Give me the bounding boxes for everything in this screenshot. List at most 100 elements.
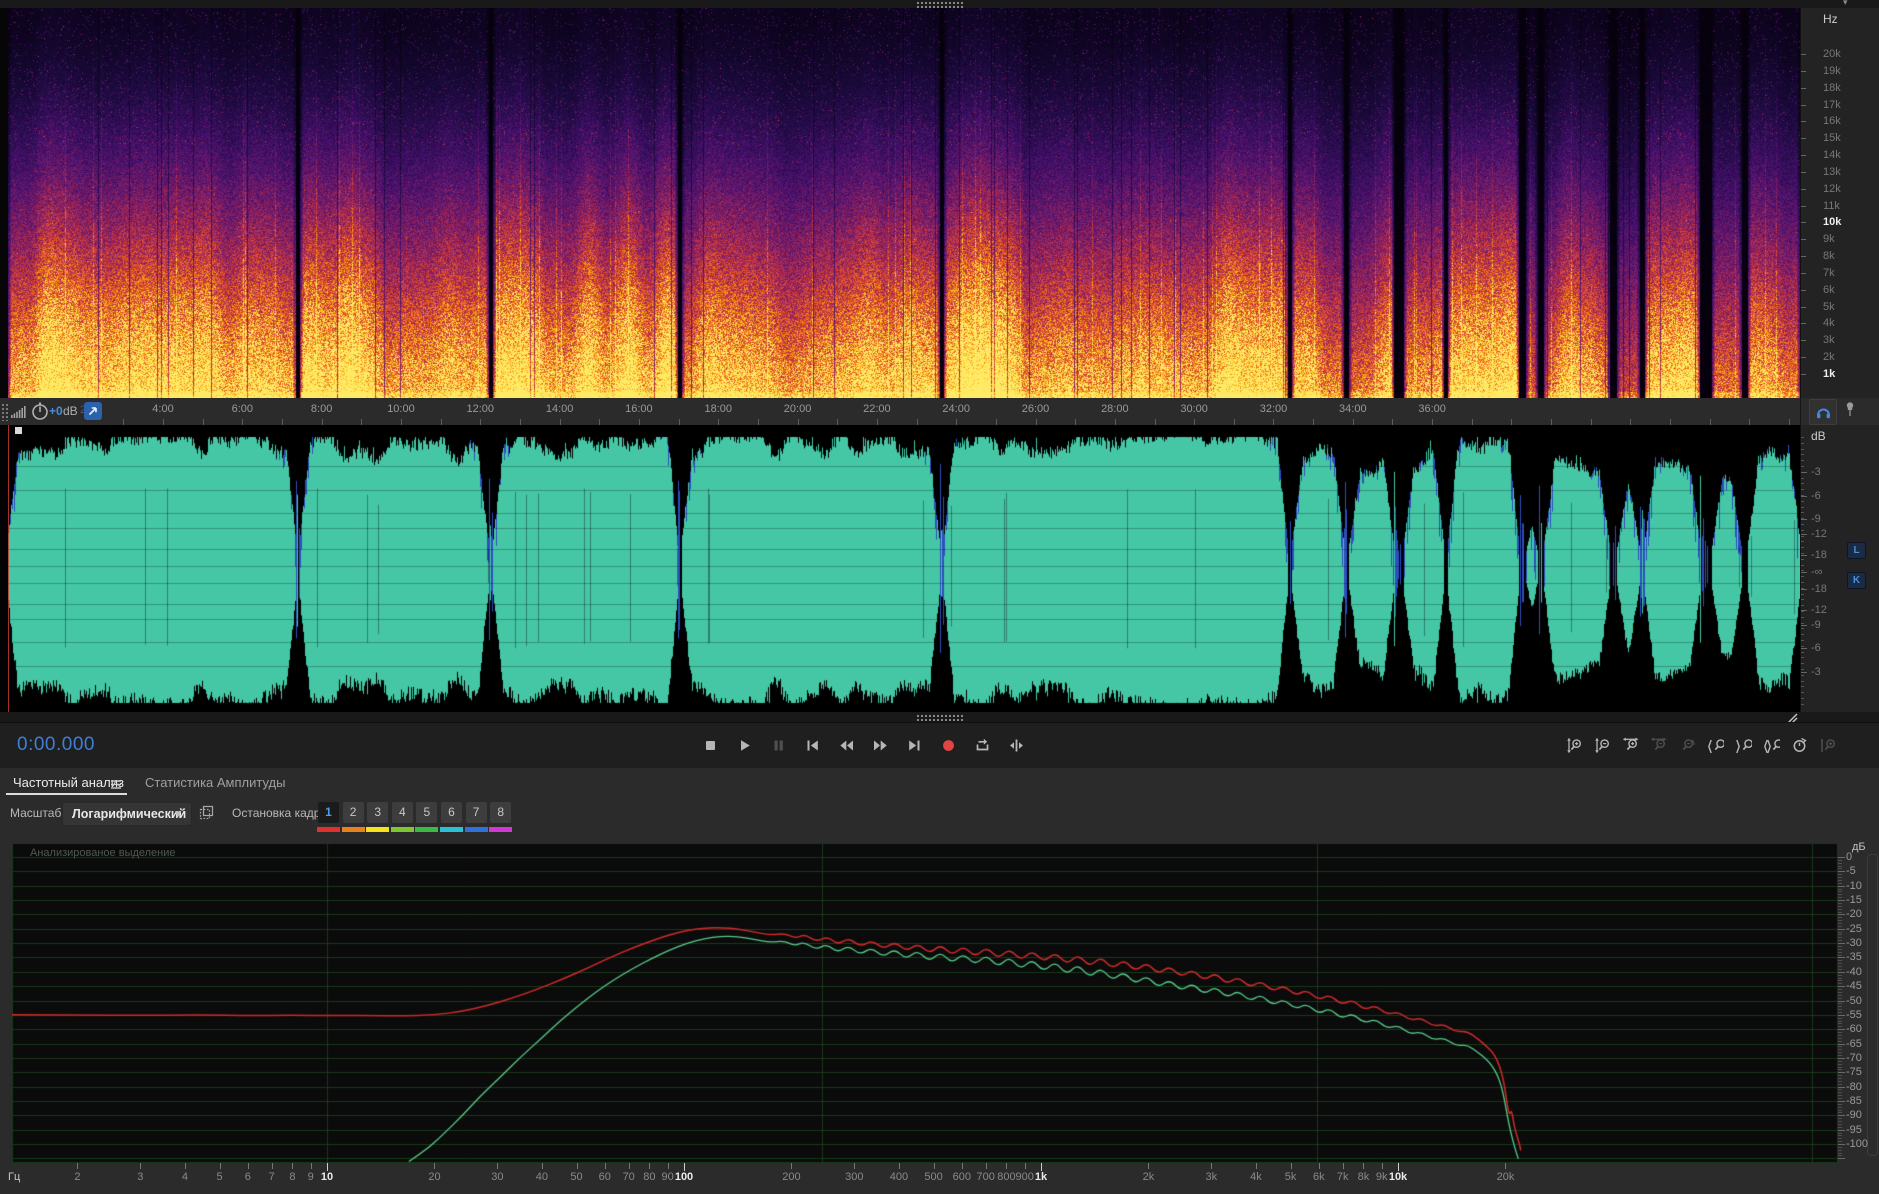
- chart-y-tick: [1838, 1081, 1842, 1082]
- time-display[interactable]: 0:00.000: [17, 734, 95, 756]
- hold-button-3[interactable]: 3: [367, 802, 389, 823]
- chart-x-label: 3k: [1205, 1171, 1218, 1183]
- selection-marker[interactable]: [15, 427, 22, 434]
- amplitude-ruler-tick: [1801, 507, 1804, 508]
- zoom-in-vertical-button[interactable]: [1566, 730, 1584, 760]
- hold-button-8[interactable]: 8: [490, 802, 512, 823]
- amplitude-ruler-tick: [1801, 663, 1804, 664]
- chevron-down-icon: ▼: [173, 809, 183, 820]
- amplitude-ruler-tick-major: [1801, 610, 1807, 611]
- channel-badge-left[interactable]: L: [1847, 542, 1866, 559]
- chart-y-tick: [1838, 912, 1842, 913]
- timeline-time-label: 24:00: [942, 403, 970, 415]
- tab-frequency-analysis[interactable]: Частотный анализ: [13, 775, 124, 790]
- hold-button-6[interactable]: 6: [441, 802, 462, 823]
- hold-color-bar-6: [440, 827, 463, 832]
- chart-y-tick: [1838, 920, 1842, 921]
- chart-y-tick: [1838, 909, 1842, 910]
- zoom-out-point-button[interactable]: [1734, 730, 1752, 760]
- chart-y-tick: [1838, 1135, 1842, 1136]
- panel-divider-top[interactable]: ▾: [0, 0, 1879, 8]
- chart-x-label: 20k: [1496, 1171, 1515, 1183]
- chart-y-tick: [1838, 1089, 1842, 1090]
- clock-icon[interactable]: [30, 401, 50, 426]
- active-tab-underline: [6, 793, 127, 795]
- chart-y-tick: [1838, 1006, 1842, 1007]
- spectrogram-view[interactable]: [0, 8, 1879, 398]
- pause-button[interactable]: [768, 730, 789, 760]
- hold-button-7[interactable]: 7: [465, 802, 487, 823]
- rewind-button[interactable]: [836, 730, 857, 760]
- channel-badge-right[interactable]: K: [1847, 572, 1866, 589]
- hold-button-5[interactable]: 5: [416, 802, 438, 823]
- chart-x-tick: [434, 1163, 436, 1169]
- chart-scrollbar-track[interactable]: [1867, 854, 1878, 1156]
- zoom-reset-button[interactable]: [1678, 730, 1696, 760]
- pin-icon[interactable]: [1843, 401, 1857, 424]
- toolbar-grip-icon[interactable]: [1, 403, 8, 421]
- snap-button[interactable]: [84, 402, 102, 420]
- chart-x-label: 7k: [1336, 1171, 1349, 1183]
- chart-y-tick: [1838, 1124, 1842, 1125]
- zoom-full-button[interactable]: [1818, 730, 1836, 760]
- amplitude-ruler[interactable]: dB L K -3 -6 -9 -12 -18 -∞ -18 -12 -9 -6 -3: [1800, 425, 1879, 712]
- play-icon: [741, 739, 750, 751]
- frequency-ruler-label: 7k: [1823, 266, 1835, 279]
- chart-y-unit: дБ: [1852, 841, 1866, 853]
- zoom-in-horizontal-button[interactable]: [1622, 730, 1640, 760]
- move-playhead-button[interactable]: [1006, 730, 1027, 760]
- timeline-time-label: 14:00: [545, 403, 574, 415]
- panel-divider-bottom[interactable]: [0, 712, 1879, 724]
- hold-button-2[interactable]: 2: [342, 802, 364, 823]
- waveform-canvas[interactable]: [8, 425, 1800, 712]
- stop-button[interactable]: [700, 730, 721, 760]
- play-button[interactable]: [734, 730, 755, 760]
- scale-select[interactable]: Логарифмический ▼: [62, 802, 192, 826]
- zoom-in-point-button[interactable]: [1706, 730, 1724, 760]
- frequency-ruler[interactable]: Hz 20k 19k 18k 17k 16k 15k 14k 13k 12k 11k 10k 9k 8k…: [1800, 8, 1879, 398]
- skip-to-start-button[interactable]: [802, 730, 823, 760]
- zoom-out-horizontal-button[interactable]: [1650, 730, 1668, 760]
- frequency-ruler-tick: [1801, 323, 1806, 325]
- zoom-out-horizontal-icon: [1650, 737, 1666, 750]
- timeline-ruler[interactable]: 4:00 6:00 8:00 10:00 12:00 14:00 16:00 18:00 20:…: [0, 398, 1879, 426]
- chart-y-tick: [1838, 1115, 1845, 1116]
- record-button[interactable]: [938, 730, 959, 760]
- amplitude-ruler-tick: [1801, 489, 1804, 490]
- chart-y-tick: [1838, 955, 1842, 956]
- panel-menu-icon[interactable]: [110, 777, 122, 795]
- chart-y-tick: [1838, 937, 1842, 938]
- waveform-view[interactable]: [0, 425, 1879, 712]
- drag-handle-icon[interactable]: [916, 1, 964, 8]
- loop-playback-button[interactable]: [972, 730, 993, 760]
- zoom-selection-button[interactable]: [1762, 730, 1780, 760]
- panel-controls: Масштаб: Логарифмический ▼ Остановка кад…: [0, 800, 1879, 840]
- monitor-button[interactable]: [1809, 399, 1837, 425]
- hold-color-bar-5: [415, 827, 439, 832]
- playhead[interactable]: [8, 425, 9, 712]
- tab-amplitude-statistics[interactable]: Статистика Амплитуды: [145, 775, 285, 790]
- hold-button-1[interactable]: 1: [318, 802, 339, 823]
- copy-graph-icon[interactable]: [198, 804, 215, 826]
- drag-handle-icon[interactable]: [916, 714, 964, 721]
- hold-button-4[interactable]: 4: [391, 802, 413, 823]
- chart-y-label: -75: [1846, 1066, 1862, 1079]
- hold-color-bar-1: [317, 827, 340, 832]
- ruler-menu-chevron-icon[interactable]: ▾: [1843, 0, 1848, 8]
- skip-to-end-button[interactable]: [904, 730, 925, 760]
- chart-y-tick: [1838, 957, 1845, 958]
- pause-icon: [774, 740, 783, 750]
- chart-y-tick: [1838, 1038, 1842, 1039]
- zoom-time-button[interactable]: [1790, 730, 1808, 760]
- zoom-out-vertical-button[interactable]: [1594, 730, 1612, 760]
- timeline-time-label: 20:00: [783, 403, 812, 415]
- chart-x-tick: [985, 1163, 987, 1169]
- level-meter-icon[interactable]: [10, 403, 27, 425]
- spectrogram-canvas[interactable]: [8, 8, 1800, 398]
- fast-forward-button[interactable]: [870, 730, 891, 760]
- gain-value[interactable]: +0: [49, 404, 63, 418]
- frequency-ruler-tick: [1801, 171, 1806, 173]
- chart-x-tick: [961, 1163, 963, 1169]
- chart-y-tick: [1838, 1147, 1842, 1148]
- amplitude-ruler-tick: [1801, 599, 1804, 600]
